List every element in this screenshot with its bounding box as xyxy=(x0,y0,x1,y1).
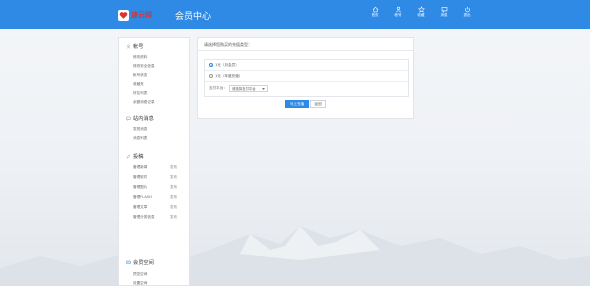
user-icon xyxy=(395,6,401,13)
sidebar-group-account: 帐号 xyxy=(126,43,143,50)
star-icon xyxy=(417,6,425,13)
nav-logout-label: 退出 xyxy=(463,13,471,17)
sidebar-item-preview-space[interactable]: 预览空间 xyxy=(133,272,147,277)
sidebar-item-manage-flash[interactable]: 管理FLASH xyxy=(133,195,152,200)
sidebar-item-publish-images[interactable]: 发布 xyxy=(170,185,177,190)
back-button[interactable]: 返回 xyxy=(310,100,326,108)
nav-messages[interactable]: 消息 xyxy=(437,6,451,18)
radio-monthly[interactable] xyxy=(209,63,213,67)
sidebar-item-manage-news[interactable]: 管理新闻 xyxy=(133,165,147,170)
sidebar-item-favorites[interactable]: 收藏夹 xyxy=(133,82,144,87)
chevron-down-icon xyxy=(261,87,265,90)
sidebar-group-label: 帐号 xyxy=(133,44,144,50)
sidebar-item-publish-classifieds[interactable]: 发布 xyxy=(170,215,177,220)
sidebar-item-publish-articles[interactable]: 发布 xyxy=(170,205,177,210)
nav-home-label: 首页 xyxy=(371,13,379,17)
sidebar-item-publish-news[interactable]: 发布 xyxy=(170,165,177,170)
sidebar-item-publish-software[interactable]: 发布 xyxy=(170,175,177,180)
option-monthly-label: 1元（月会员） xyxy=(215,62,239,67)
nav-account[interactable]: 帐号 xyxy=(391,6,405,18)
nav-logout[interactable]: 退出 xyxy=(460,6,474,18)
panel-heading: 请选择您购买的充值类型： xyxy=(198,38,413,51)
message-icon xyxy=(126,116,131,121)
radio-yearly[interactable] xyxy=(209,74,213,78)
page-title: 会员中心 xyxy=(175,12,212,22)
sidebar-item-manage-classifieds[interactable]: 管理分类信息 xyxy=(133,215,155,220)
recharge-button[interactable]: 马上充值 xyxy=(285,100,309,108)
recharge-panel: 请选择您购买的充值类型： 1元（月会员） 1元（年度充值） 支付平台： 请选择支… xyxy=(197,37,414,119)
nav-home[interactable]: 首页 xyxy=(368,6,382,18)
sidebar-group-space: 会员空间 xyxy=(126,259,154,266)
home-icon xyxy=(372,6,378,13)
payment-label: 支付平台： xyxy=(209,86,227,90)
sidebar-item-balance-log[interactable]: 余额消费记录 xyxy=(133,100,155,105)
sidebar-group-messages: 站内消息 xyxy=(126,115,154,122)
nav-account-label: 帐号 xyxy=(394,13,402,17)
sidebar-group-label: 投稿 xyxy=(133,154,144,160)
sidebar-item-publish-flash[interactable]: 发布 xyxy=(170,195,177,200)
user-icon xyxy=(126,44,131,49)
option-yearly-label: 1元（年度充值） xyxy=(215,73,243,78)
sidebar-item-message-list[interactable]: 消息列表 xyxy=(133,136,147,141)
sidebar-item-send-message[interactable]: 发短消息 xyxy=(133,127,147,132)
recharge-form: 1元（月会员） 1元（年度充值） 支付平台： 请选择支付平台 xyxy=(204,59,409,97)
button-row: 马上充值 返回 xyxy=(198,100,413,108)
sidebar-item-manage-articles[interactable]: 管理文章 xyxy=(133,205,147,210)
sidebar-item-status[interactable]: 帐号状态 xyxy=(133,73,147,78)
heart-logo-icon xyxy=(118,9,129,21)
nav-favorites-label: 收藏 xyxy=(417,13,425,17)
top-nav: 首页 帐号 收藏 消息 退出 xyxy=(368,6,474,18)
message-icon xyxy=(441,7,447,13)
logo-text: 速云网 xyxy=(131,11,152,19)
option-monthly[interactable]: 1元（月会员） xyxy=(205,60,408,71)
pencil-icon xyxy=(126,154,131,159)
sidebar-group-submit: 投稿 xyxy=(126,153,143,160)
sidebar: 帐号 修改资料 修改安全信息 帐号状态 收藏夹 好友列表 余额消费记录 站内消息… xyxy=(118,37,190,286)
site-logo[interactable]: 速云网 xyxy=(118,9,152,21)
payment-select[interactable]: 请选择支付平台 xyxy=(228,85,268,92)
sidebar-group-label: 会员空间 xyxy=(133,260,154,266)
nav-messages-label: 消息 xyxy=(440,13,448,17)
option-yearly[interactable]: 1元（年度充值） xyxy=(205,71,408,82)
sidebar-item-security[interactable]: 修改安全信息 xyxy=(133,64,155,69)
sidebar-item-manage-images[interactable]: 管理图片 xyxy=(133,185,147,190)
payment-select-value: 请选择支付平台 xyxy=(231,87,256,91)
top-bar: 速云网 会员中心 首页 帐号 收藏 消息 退出 xyxy=(0,0,590,29)
sidebar-item-edit-profile[interactable]: 修改资料 xyxy=(133,55,147,60)
payment-row: 支付平台： 请选择支付平台 xyxy=(205,83,408,94)
sidebar-item-setup-space[interactable]: 设置空间 xyxy=(133,281,147,286)
sidebar-item-friends[interactable]: 好友列表 xyxy=(133,91,147,96)
sidebar-group-label: 站内消息 xyxy=(133,116,154,122)
sidebar-item-manage-software[interactable]: 管理软件 xyxy=(133,175,147,180)
power-icon xyxy=(464,6,470,13)
space-icon xyxy=(126,260,131,264)
mountain-background xyxy=(0,226,590,286)
nav-favorites[interactable]: 收藏 xyxy=(414,6,428,18)
